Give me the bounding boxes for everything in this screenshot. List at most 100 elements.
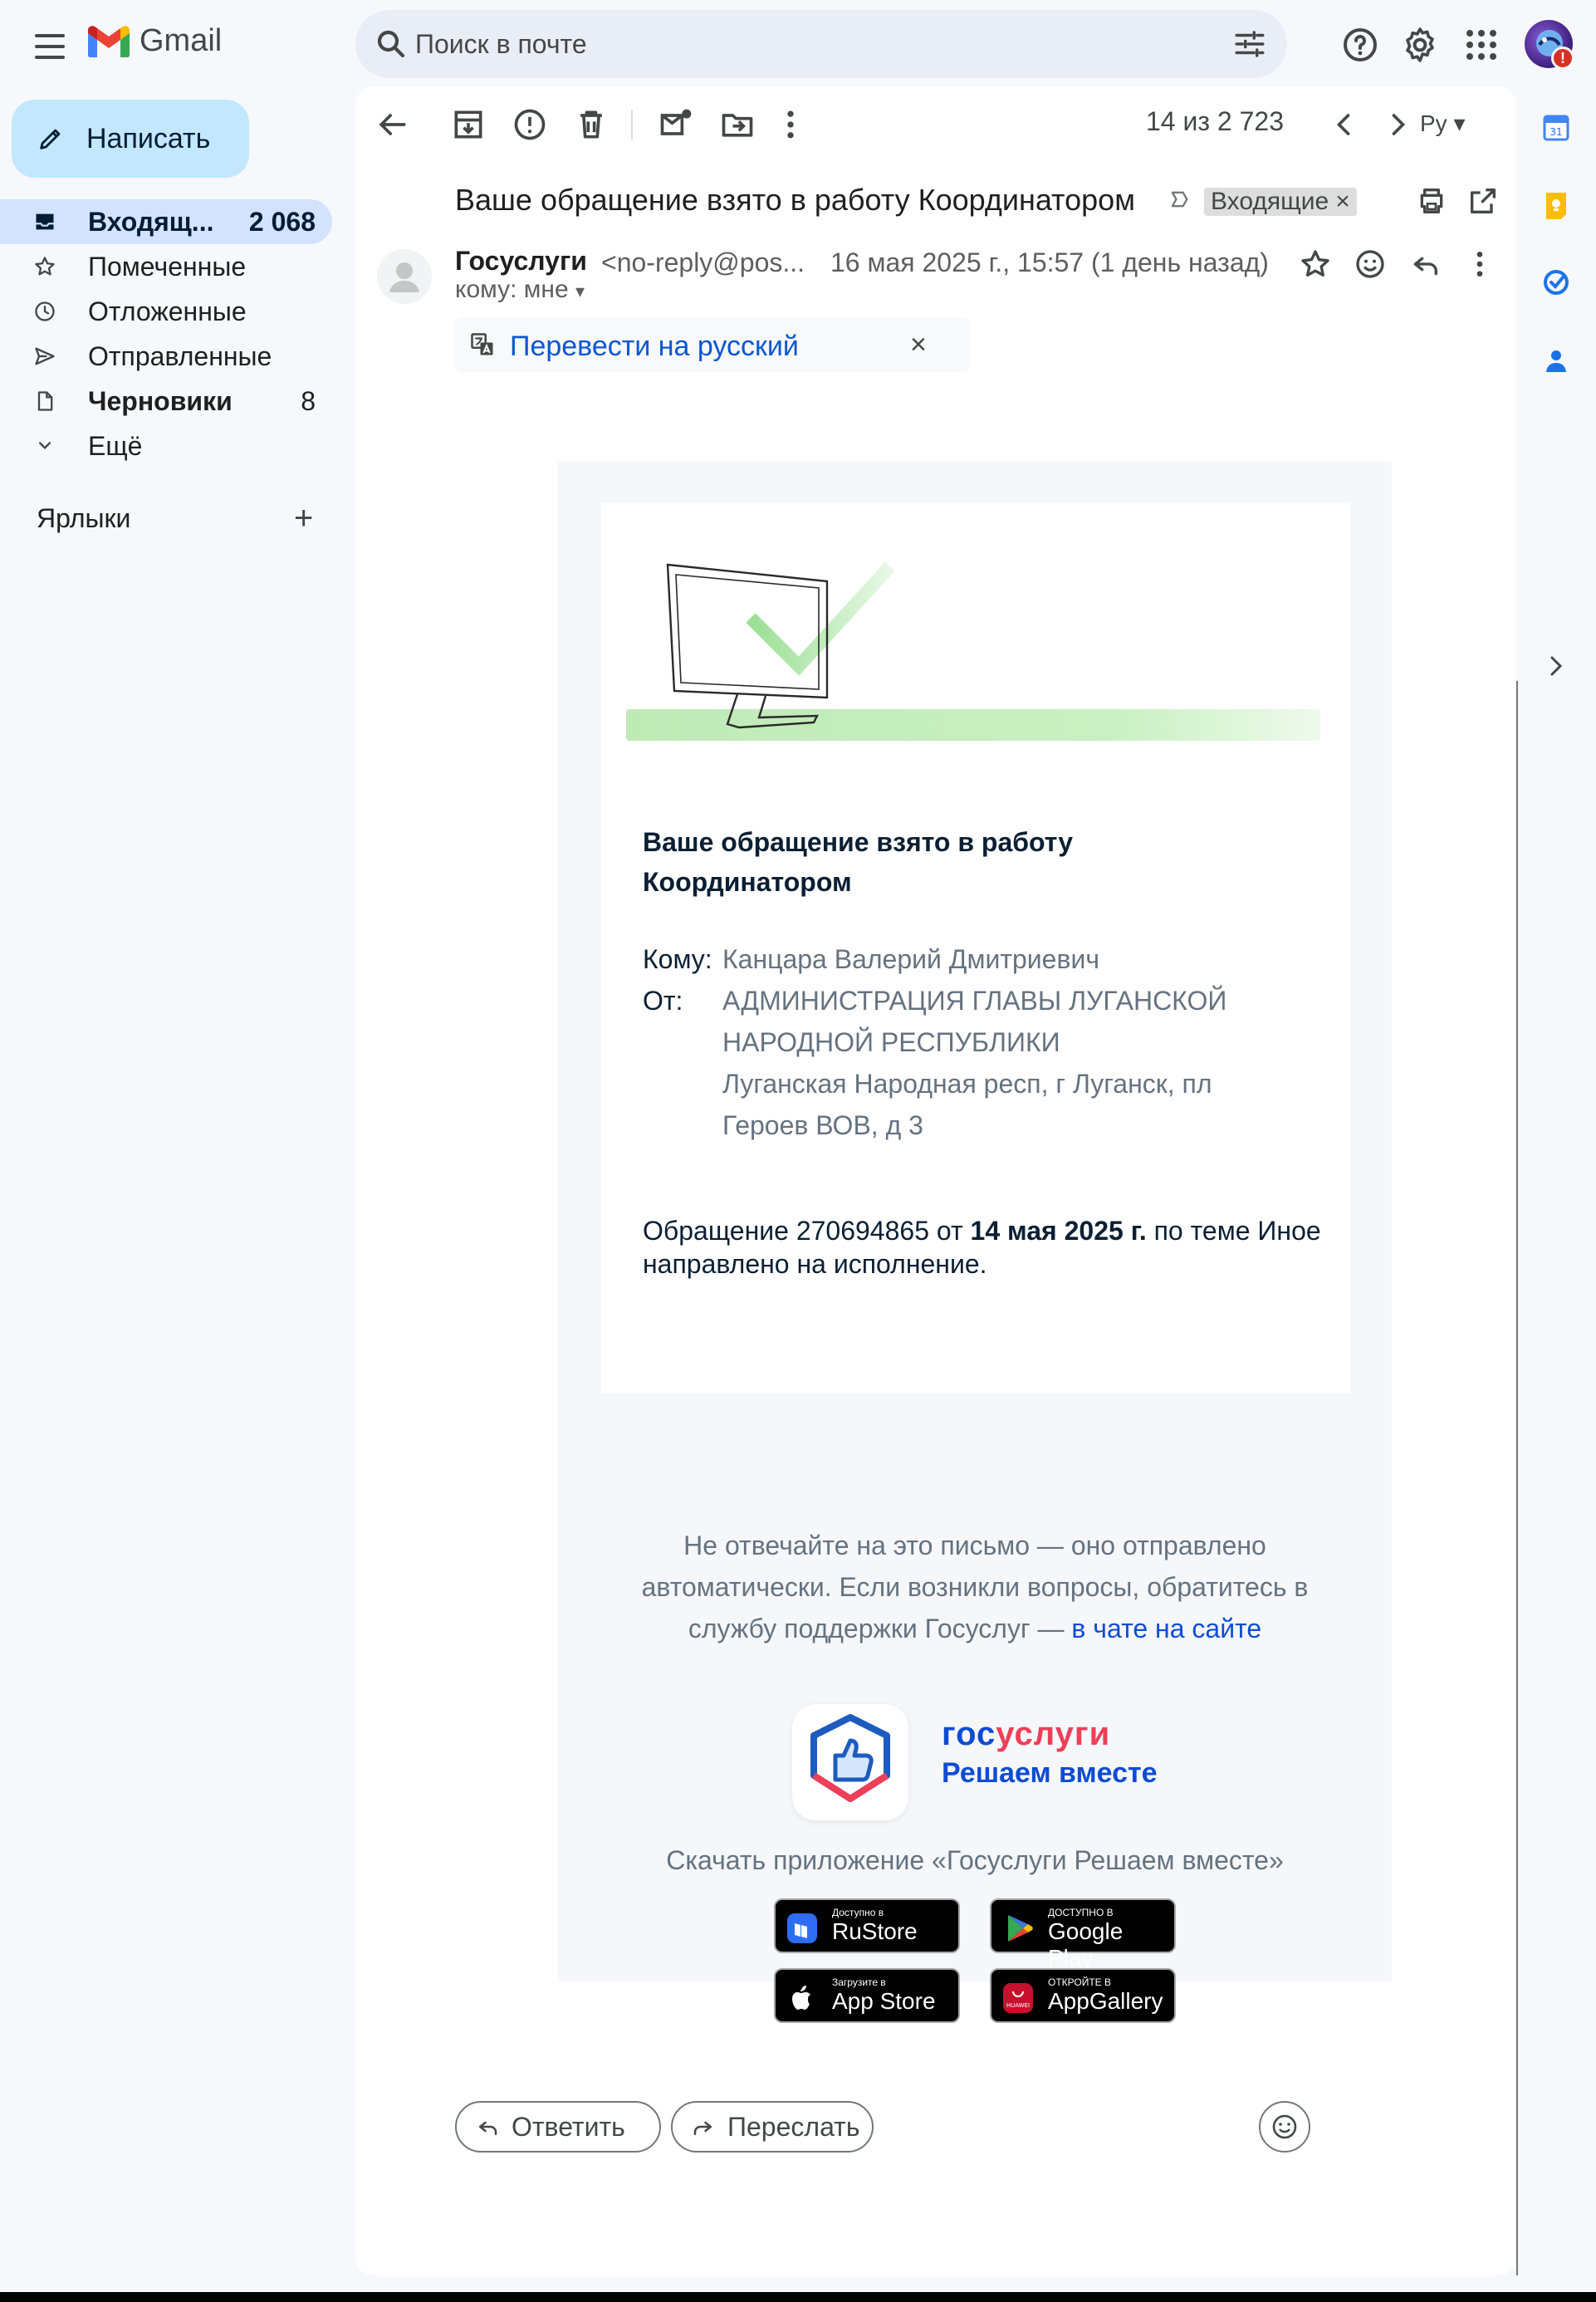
app-store-badge[interactable]: Загрузите в App Store xyxy=(774,1968,960,2023)
sender-avatar[interactable] xyxy=(377,249,432,304)
draft-file-icon xyxy=(37,391,53,411)
help-icon[interactable] xyxy=(1340,25,1380,65)
contacts-icon[interactable] xyxy=(1540,344,1573,377)
sidebar-item-more[interactable]: Ещё xyxy=(0,424,332,468)
sidebar-item-inbox[interactable]: Входящ... 2 068 xyxy=(0,199,332,244)
to-key: Кому: xyxy=(643,944,712,974)
chevron-right-icon[interactable] xyxy=(1380,106,1417,143)
keep-notes-icon[interactable] xyxy=(1540,189,1573,223)
translate-icon xyxy=(471,333,493,355)
archive-icon[interactable] xyxy=(450,106,487,143)
search-options-icon[interactable] xyxy=(1232,27,1267,61)
tasks-icon[interactable] xyxy=(1540,266,1573,299)
support-chat-link[interactable]: в чате на сайте xyxy=(1071,1614,1261,1643)
sidebar-nav: Входящ... 2 068 Помеченные Отложенные От… xyxy=(0,199,332,468)
brand-tagline: Решаем вместе xyxy=(942,1757,1158,1789)
search-icon[interactable] xyxy=(374,27,409,61)
sidebar-item-drafts[interactable]: Черновики 8 xyxy=(0,379,332,424)
chevron-left-icon[interactable] xyxy=(1325,106,1362,143)
google-play-icon xyxy=(1008,1915,1033,1942)
sender-address: <no-reply@pos... xyxy=(601,247,805,277)
reply-button[interactable]: Ответить xyxy=(455,2101,661,2153)
sidebar-item-label: Черновики xyxy=(88,385,233,416)
gmail-logo[interactable]: Gmail xyxy=(88,23,222,59)
search-input[interactable] xyxy=(415,22,1163,66)
default-person-icon xyxy=(389,262,419,292)
emoji-reaction-icon[interactable] xyxy=(1354,247,1387,281)
to-value: Канцара Валерий Дмитриевич xyxy=(722,944,1099,974)
translate-link[interactable]: Перевести на русский xyxy=(510,331,799,363)
account-alert-badge: ! xyxy=(1551,47,1574,70)
bottom-edge xyxy=(0,2292,1596,2302)
add-label-button[interactable]: + xyxy=(294,502,313,535)
store-big-text: AppGallery xyxy=(1048,1988,1163,2014)
expand-side-panel-icon[interactable] xyxy=(1540,649,1573,683)
print-icon[interactable] xyxy=(1415,184,1448,218)
pencil-icon xyxy=(40,129,61,149)
forward-label: Переслать xyxy=(727,2111,860,2142)
store-big-text: Google Play xyxy=(1048,1918,1124,1971)
sender-name[interactable]: Госуслуги xyxy=(455,246,587,277)
brand-name-part-2: услуги xyxy=(996,1716,1111,1752)
store-small-text: Доступно в xyxy=(832,1907,884,1918)
labels-heading: Ярлыки xyxy=(37,503,131,533)
drafts-count: 8 xyxy=(301,385,316,416)
label-chip-text: Входящие xyxy=(1211,188,1329,215)
search-bar[interactable] xyxy=(355,10,1287,78)
forward-icon xyxy=(693,2121,712,2135)
store-big-text: App Store xyxy=(832,1988,936,2014)
chevron-down-icon xyxy=(39,442,51,449)
message-more-icon[interactable] xyxy=(1463,247,1496,281)
recipients-label: кому: мне xyxy=(455,276,569,303)
star-icon[interactable] xyxy=(1299,247,1332,281)
gosuslugi-logo xyxy=(792,1704,908,1820)
app-name: Gmail xyxy=(140,23,223,58)
compose-button[interactable]: Написать xyxy=(12,100,249,178)
no-reply-notice: Не отвечайте на это письмо — оно отправл… xyxy=(608,1525,1342,1649)
reply-label: Ответить xyxy=(512,2111,625,2142)
forward-button[interactable]: Переслать xyxy=(671,2101,874,2153)
google-play-badge[interactable]: ДОСТУПНО В Google Play xyxy=(990,1898,1176,1971)
svg-text:31: 31 xyxy=(1549,126,1562,138)
unread-count: 2 068 xyxy=(248,206,316,237)
delete-icon[interactable] xyxy=(573,106,610,143)
caret-down-icon: ▾ xyxy=(1453,110,1466,136)
sidebar-item-label: Отложенные xyxy=(88,296,247,326)
apps-grid-icon[interactable] xyxy=(1461,25,1501,65)
email-content: Ваше обращение взято в работу Координато… xyxy=(558,462,1392,2023)
body-text-date: 14 мая 2025 г. xyxy=(970,1216,1147,1246)
label-chip-inbox[interactable]: Входящие × xyxy=(1204,188,1357,216)
rustore-badge[interactable]: Доступно в RuStore xyxy=(774,1898,960,1953)
back-arrow-icon[interactable] xyxy=(374,106,410,143)
emoji-react-button[interactable] xyxy=(1259,2101,1310,2153)
message-subject: Ваше обращение взято в работу Координато… xyxy=(455,183,1135,217)
remove-label-icon[interactable]: × xyxy=(1335,188,1350,215)
reply-icon[interactable] xyxy=(1408,247,1442,281)
huawei-appgallery-icon: HUAWEI xyxy=(1003,1983,1033,2013)
sidebar-item-label: Входящ... xyxy=(88,206,214,237)
email-body-text: Обращение 270694865 от 14 мая 2025 г. по… xyxy=(643,1214,1324,1281)
input-language-select[interactable]: Ру ▾ xyxy=(1420,110,1466,137)
sidebar-item-starred[interactable]: Помеченные xyxy=(0,244,332,289)
store-small-text: Загрузите в xyxy=(832,1976,886,1988)
settings-gear-icon[interactable] xyxy=(1400,25,1440,65)
sidebar-item-sent[interactable]: Отправленные xyxy=(0,334,332,379)
mark-unread-icon[interactable] xyxy=(658,106,694,143)
caret-down-icon: ▾ xyxy=(575,281,585,301)
more-vert-icon[interactable] xyxy=(772,106,809,143)
appgallery-badge[interactable]: HUAWEI ОТКРОЙТЕ В AppGallery xyxy=(990,1968,1176,2023)
sidebar-item-snoozed[interactable]: Отложенные xyxy=(0,289,332,334)
smiley-icon xyxy=(1272,2114,1297,2139)
close-translate-icon[interactable]: × xyxy=(910,329,927,361)
from-org: АДМИНИСТРАЦИЯ ГЛАВЫ ЛУГАНСКОЙ НАРОДНОЙ Р… xyxy=(722,986,1227,1057)
report-spam-icon[interactable] xyxy=(512,106,548,143)
importance-marker-icon[interactable] xyxy=(1168,188,1191,211)
message-date: 16 мая 2025 г., 15:57 (1 день назад) xyxy=(830,247,1269,277)
body-text-start: Обращение 270694865 от xyxy=(643,1216,971,1246)
main-menu-icon[interactable] xyxy=(30,27,70,66)
recipients-toggle[interactable]: кому: мне ▾ xyxy=(455,276,585,304)
calendar-icon[interactable]: 31 xyxy=(1540,111,1573,144)
sidebar-item-label: Ещё xyxy=(88,430,143,461)
open-in-new-window-icon[interactable] xyxy=(1466,184,1500,218)
move-to-folder-icon[interactable] xyxy=(719,106,756,143)
